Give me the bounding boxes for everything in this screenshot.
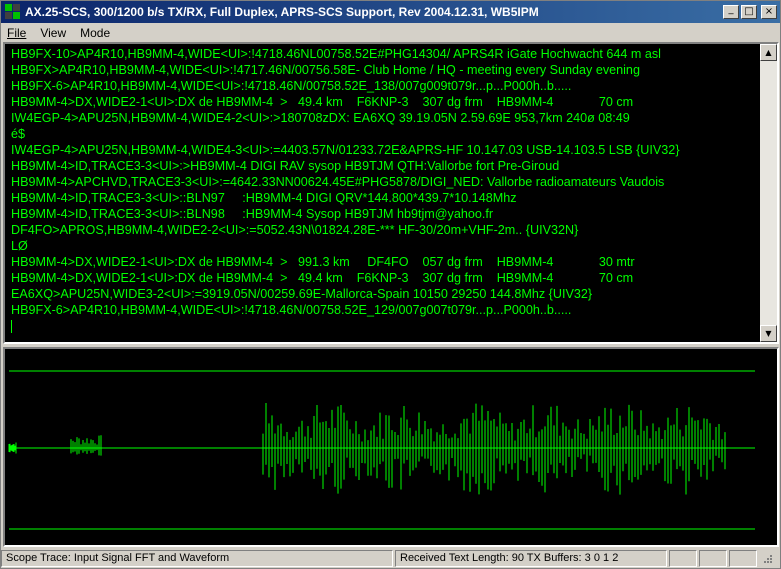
- vertical-scrollbar[interactable]: ▲ ▼: [760, 44, 777, 342]
- terminal-line: HB9MM-4>ID,TRACE3-3<UI>::BLN98 :HB9MM-4 …: [11, 207, 494, 221]
- menu-bar: File View Mode: [1, 23, 780, 42]
- menu-view-label: View: [40, 25, 67, 40]
- arrow-down-icon: ▼: [765, 329, 772, 338]
- menu-mode-label: Mode: [80, 25, 111, 40]
- close-icon: ×: [764, 6, 774, 17]
- status-panel-empty-2: [699, 550, 727, 567]
- status-scope-trace: Scope Trace: Input Signal FFT and Wavefo…: [1, 550, 393, 567]
- terminal-line: HB9MM-4>DX,WIDE2-1<UI>:DX de HB9MM-4 > 9…: [11, 255, 635, 269]
- terminal-line: é$: [11, 127, 26, 141]
- terminal-line: HB9MM-4>APCHVD,TRACE3-3<UI>:=4642.33NN00…: [11, 175, 665, 189]
- received-text-lines: HB9FX-10>AP4R10,HB9MM-4,WIDE<UI>:!4718.4…: [11, 46, 757, 334]
- title-bar[interactable]: AX.25-SCS, 300/1200 b/s TX/RX, Full Dupl…: [1, 1, 780, 23]
- text-caret: [11, 320, 12, 334]
- scope-display: [3, 347, 779, 547]
- maximize-icon: □: [744, 6, 754, 17]
- minimize-button[interactable]: _: [723, 5, 739, 19]
- menu-file-label: File: [7, 25, 27, 40]
- menu-view[interactable]: View: [33, 26, 73, 40]
- terminal-line: HB9MM-4>ID,TRACE3-3<UI>:>HB9MM-4 DIGI RA…: [11, 159, 560, 173]
- terminal-caret-line: [11, 318, 757, 334]
- maximize-button[interactable]: □: [741, 5, 757, 19]
- terminal-line: HB9FX>AP4R10,HB9MM-4,WIDE<UI>:!4717.46N/…: [11, 63, 640, 77]
- status-received-length: Received Text Length: 90 TX Buffers: 3 0…: [395, 550, 667, 567]
- app-window: AX.25-SCS, 300/1200 b/s TX/RX, Full Dupl…: [0, 0, 781, 569]
- menu-mode[interactable]: Mode: [73, 26, 117, 40]
- terminal-line: EA6XQ>APU25N,WIDE3-2<UI>:=3919.05N/00259…: [11, 287, 593, 301]
- arrow-up-icon: ▲: [765, 48, 772, 57]
- status-panel-empty-1: [669, 550, 697, 567]
- terminal-line: HB9FX-6>AP4R10,HB9MM-4,WIDE<UI>:!4718.46…: [11, 79, 572, 93]
- terminal-line: DF4FO>APROS,HB9MM-4,WIDE2-2<UI>:=5052.43…: [11, 223, 579, 237]
- terminal-line: HB9FX-6>AP4R10,HB9MM-4,WIDE<UI>:!4718.46…: [11, 303, 572, 317]
- app-icon[interactable]: [5, 4, 21, 20]
- scroll-up-button[interactable]: ▲: [760, 44, 777, 61]
- status-panel-empty-3: [729, 550, 757, 567]
- close-button[interactable]: ×: [761, 5, 777, 19]
- minimize-icon: _: [728, 4, 734, 15]
- scope-waveform: [8, 370, 755, 530]
- received-text-pane[interactable]: HB9FX-10>AP4R10,HB9MM-4,WIDE<UI>:!4718.4…: [3, 42, 779, 344]
- window-title: AX.25-SCS, 300/1200 b/s TX/RX, Full Dupl…: [25, 5, 539, 19]
- status-bar: Scope Trace: Input Signal FFT and Wavefo…: [1, 549, 780, 568]
- terminal-line: HB9MM-4>DX,WIDE2-1<UI>:DX de HB9MM-4 > 4…: [11, 271, 634, 285]
- menu-file[interactable]: File: [1, 26, 33, 40]
- terminal-line: HB9MM-4>ID,TRACE3-3<UI>::BLN97 :HB9MM-4 …: [11, 191, 517, 205]
- terminal-line: LØ: [11, 239, 28, 253]
- terminal-line: HB9FX-10>AP4R10,HB9MM-4,WIDE<UI>:!4718.4…: [11, 47, 661, 61]
- terminal-line: IW4EGP-4>APU25N,HB9MM-4,WIDE4-2<UI>:>180…: [11, 111, 630, 125]
- scroll-down-button[interactable]: ▼: [760, 325, 777, 342]
- terminal-line: HB9MM-4>DX,WIDE2-1<UI>:DX de HB9MM-4 > 4…: [11, 95, 634, 109]
- resize-grip-icon[interactable]: [761, 553, 773, 565]
- terminal-line: IW4EGP-4>APU25N,HB9MM-4,WIDE4-3<UI>:=440…: [11, 143, 680, 157]
